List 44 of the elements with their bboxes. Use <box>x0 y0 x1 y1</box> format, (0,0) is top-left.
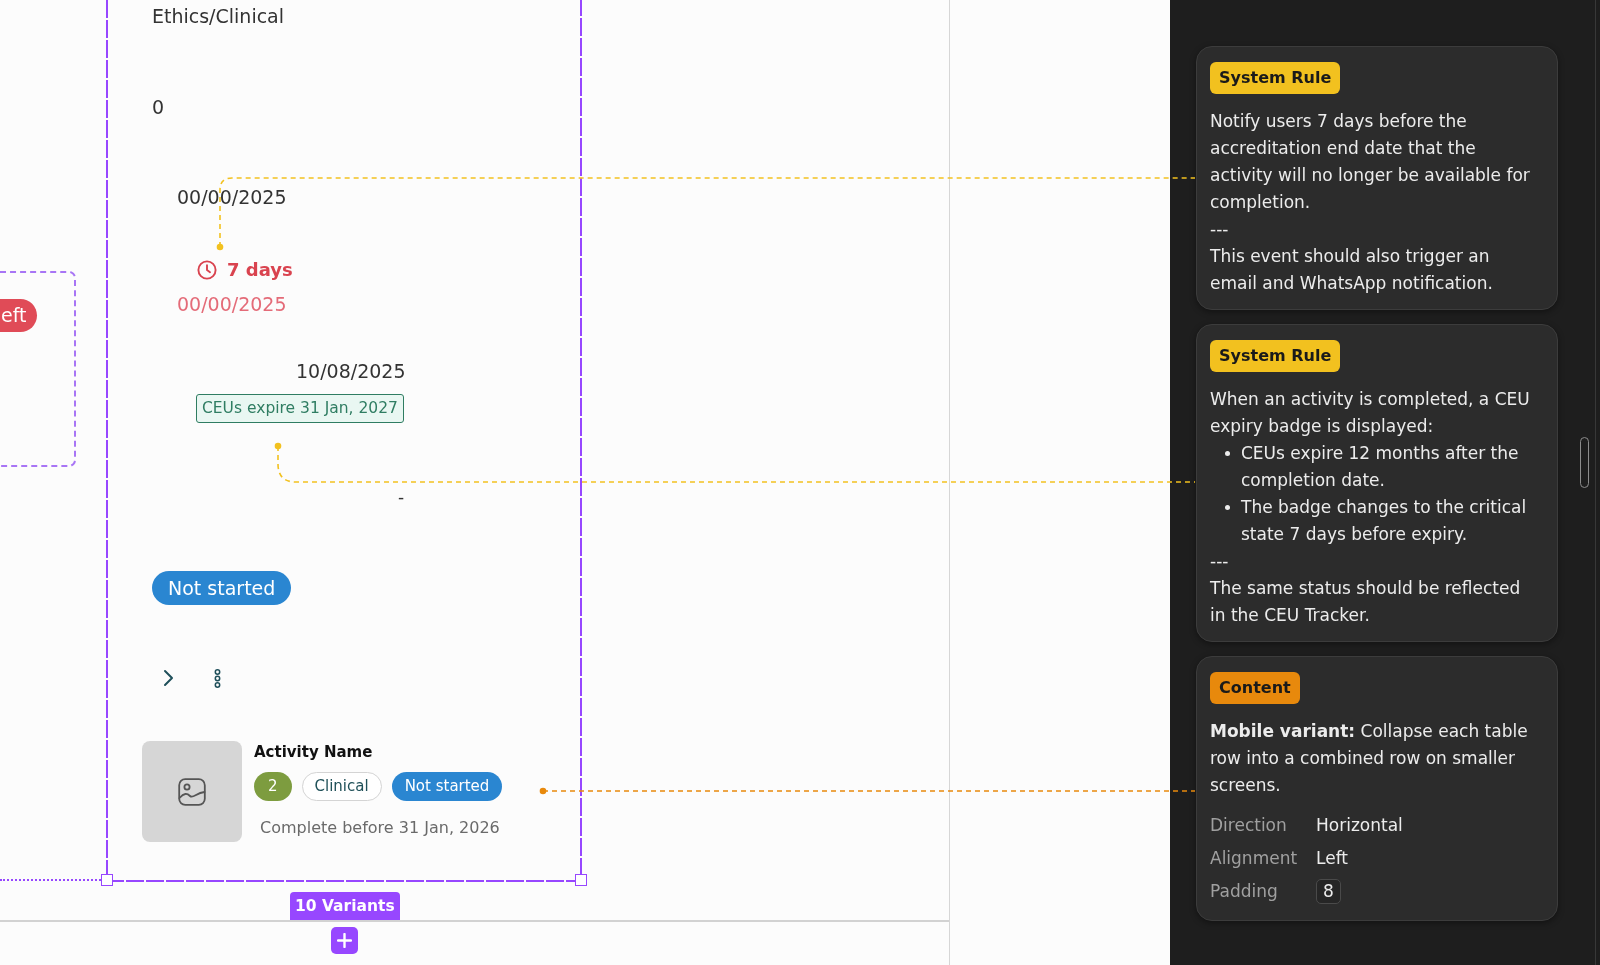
plus-icon <box>337 933 352 948</box>
date-text: 00/00/2025 <box>177 292 287 316</box>
annotation-text: This event should also trigger an email and WhatsApp notification. <box>1210 245 1494 295</box>
list-item-text: The badge changes to the critical state 7 days before expiry. <box>1241 496 1528 546</box>
tag-pill: 2 <box>254 772 292 801</box>
credits-text: 0 <box>152 95 165 119</box>
tag-pill: Not started <box>391 772 503 801</box>
countdown-text: 7 days <box>227 258 293 282</box>
property-label: Alignment <box>1210 847 1299 870</box>
annotation-text: Notify users 7 days before the accreditation end date that the activity will no longer be available for completion. <box>1210 110 1531 214</box>
property-label: Direction <box>1210 814 1288 837</box>
annotation-text: When an activity is completed, a CEU expiry badge is displayed: <box>1210 388 1531 438</box>
resize-handle[interactable] <box>575 874 587 886</box>
empty-value-text: - <box>398 486 405 508</box>
image-icon <box>178 777 206 806</box>
expiry-badge: CEUs expire 31 Jan, 2027 <box>196 394 404 423</box>
add-button[interactable] <box>331 927 358 954</box>
annotation-text: --- <box>1210 550 1230 573</box>
resize-handle[interactable] <box>101 874 113 886</box>
annotation-text: The same status should be reflected in the CEU Tracker. <box>1210 577 1522 627</box>
due-text: Complete before 31 Jan, 2026 <box>260 817 500 839</box>
clock-icon <box>197 260 217 280</box>
property-label: Padding <box>1210 880 1279 903</box>
tag-pill: Clinical <box>301 772 382 801</box>
property-value: 8 <box>1316 879 1341 904</box>
chevron-right-icon[interactable] <box>163 669 174 687</box>
annotation-text: Mobile variant: Collapse each table row into a combined row on smaller screens. <box>1210 720 1529 797</box>
annotation-tag: System Rule <box>1210 62 1341 94</box>
annotation-text: --- <box>1210 218 1230 241</box>
bullet-icon <box>1225 505 1230 510</box>
bullet-icon <box>1225 451 1230 456</box>
property-value: Left <box>1316 847 1348 870</box>
activity-title: Activity Name <box>254 742 373 762</box>
annotation-tag: System Rule <box>1210 340 1341 372</box>
status-pill: eft <box>0 299 37 332</box>
date-text: 10/08/2025 <box>296 359 406 383</box>
list-item-text: CEUs expire 12 months after the completion date. <box>1241 442 1520 492</box>
category-text: Ethics/Clinical <box>152 4 285 28</box>
variants-label: 10 Variants <box>290 892 400 920</box>
annotation-tag: Content <box>1210 672 1300 704</box>
vertical-dots-icon[interactable] <box>214 669 221 688</box>
status-pill: Not started <box>152 571 292 605</box>
date-text: 00/00/2025 <box>177 185 287 209</box>
property-value: Horizontal <box>1316 814 1403 837</box>
